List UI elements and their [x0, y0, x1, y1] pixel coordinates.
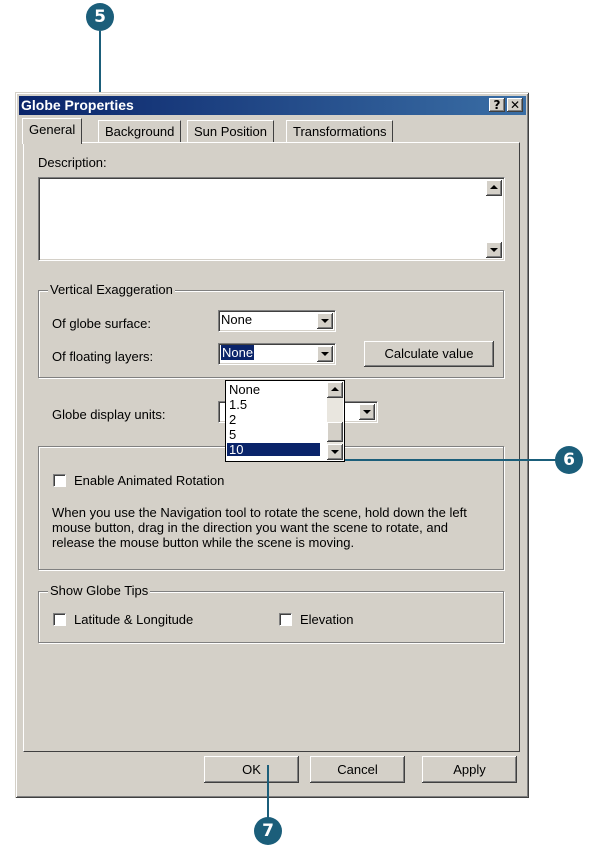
floating-layers-label: Of floating layers:	[52, 349, 154, 364]
apply-button[interactable]: Apply	[422, 756, 517, 783]
dropdown-scrollbar[interactable]	[327, 382, 343, 460]
arrow-up-icon	[331, 387, 339, 391]
dropdown-option[interactable]: 1.5	[227, 398, 320, 411]
description-scroll-down-button[interactable]	[486, 242, 502, 258]
callout-5: 5	[86, 3, 114, 31]
floating-layers-combo[interactable]: None	[218, 343, 336, 365]
ok-button[interactable]: OK	[204, 756, 299, 783]
callout-7: 7	[254, 817, 282, 845]
apply-label: Apply	[453, 762, 486, 777]
globe-surface-label: Of globe surface:	[52, 316, 151, 331]
dropdown-scroll-up-button[interactable]	[327, 382, 343, 398]
callout-6-number: 6	[563, 450, 575, 470]
calculate-value-button[interactable]: Calculate value	[364, 341, 494, 367]
enable-animated-rotation-label: Enable Animated Rotation	[74, 473, 225, 488]
dropdown-option-selected[interactable]: 10	[227, 443, 320, 456]
tab-sun-position[interactable]: Sun Position	[187, 120, 274, 142]
enable-animated-rotation-checkbox[interactable]	[53, 474, 66, 487]
description-scroll-up-button[interactable]	[486, 180, 502, 196]
dropdown-scroll-down-button[interactable]	[327, 444, 343, 460]
elevation-checkbox[interactable]	[279, 613, 292, 626]
display-units-dropdown-button[interactable]	[359, 404, 375, 420]
tab-general[interactable]: General	[22, 118, 83, 144]
latitude-longitude-checkbox[interactable]	[53, 613, 66, 626]
title-bar[interactable]: Globe Properties ? ✕	[19, 96, 526, 115]
globe-surface-combo[interactable]: None	[218, 310, 336, 332]
cancel-label: Cancel	[337, 762, 378, 777]
tab-transformations-label: Transformations	[293, 124, 387, 139]
ok-label: OK	[242, 762, 261, 777]
callout-6: 6	[555, 446, 583, 474]
floating-layers-dropdown-list[interactable]: None 1.5 2 5 10	[225, 380, 345, 462]
arrow-down-icon	[490, 248, 498, 252]
tab-sun-position-label: Sun Position	[194, 124, 267, 139]
globe-surface-value: None	[221, 312, 253, 327]
dropdown-option[interactable]: None	[227, 383, 320, 396]
help-icon: ?	[493, 98, 501, 112]
dropdown-scroll-thumb[interactable]	[327, 422, 343, 442]
globe-surface-dropdown-button[interactable]	[317, 313, 333, 329]
tab-background[interactable]: Background	[98, 120, 182, 142]
chevron-down-icon	[321, 319, 329, 323]
tab-transformations[interactable]: Transformations	[286, 120, 394, 142]
help-button[interactable]: ?	[489, 98, 505, 112]
description-textarea[interactable]	[38, 177, 505, 261]
chevron-down-icon	[363, 410, 371, 414]
close-button[interactable]: ✕	[507, 98, 523, 112]
cancel-button[interactable]: Cancel	[310, 756, 405, 783]
arrow-up-icon	[490, 185, 498, 189]
callout-6-leader	[340, 459, 576, 461]
elevation-label: Elevation	[300, 612, 354, 627]
callout-7-number: 7	[262, 821, 274, 841]
tab-background-label: Background	[105, 124, 175, 139]
globe-properties-dialog: Globe Properties ? ✕ General Background …	[15, 92, 529, 798]
dropdown-option[interactable]: 2	[227, 413, 320, 426]
display-units-label: Globe display units:	[52, 407, 166, 422]
globe-tips-legend: Show Globe Tips	[48, 583, 151, 598]
floating-layers-dropdown-button[interactable]	[317, 346, 333, 362]
window-title: Globe Properties	[21, 97, 134, 113]
floating-layers-value: None	[221, 345, 255, 360]
tab-general-label: General	[29, 122, 76, 137]
animated-rotation-help-text: When you use the Navigation tool to rota…	[52, 505, 467, 550]
latitude-longitude-label: Latitude & Longitude	[74, 612, 194, 627]
calculate-value-label: Calculate value	[384, 346, 474, 361]
close-icon: ✕	[509, 98, 521, 112]
chevron-down-icon	[321, 352, 329, 356]
dropdown-option[interactable]: 5	[227, 428, 320, 441]
description-label: Description:	[38, 155, 107, 170]
callout-5-number: 5	[94, 7, 106, 27]
vertical-exaggeration-legend: Vertical Exaggeration	[48, 282, 175, 297]
arrow-down-icon	[331, 450, 339, 454]
